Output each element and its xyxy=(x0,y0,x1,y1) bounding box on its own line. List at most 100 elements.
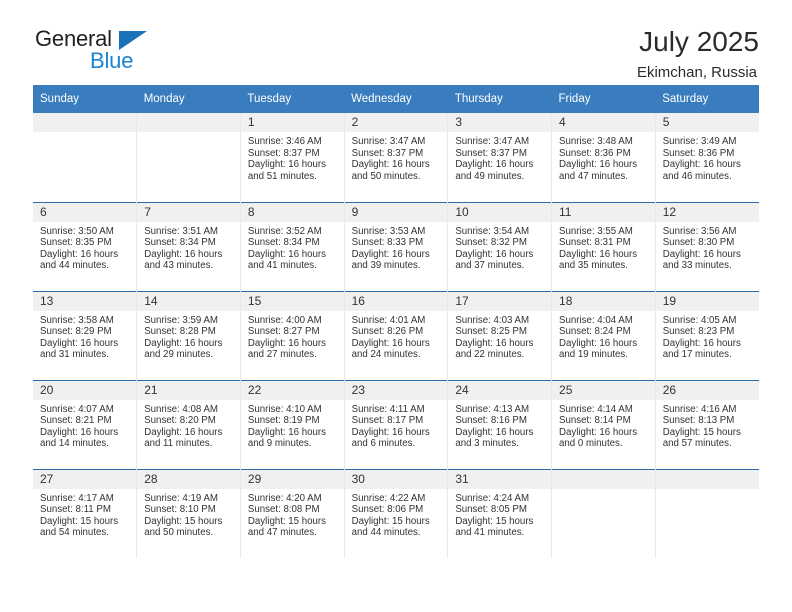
day-cell[interactable]: 29 Sunrise: 4:20 AM Sunset: 8:08 PM Dayl… xyxy=(239,468,345,558)
day-details: Sunrise: 3:48 AM Sunset: 8:36 PM Dayligh… xyxy=(552,132,655,182)
day-number xyxy=(137,113,240,132)
daylight-text-line2: and 49 minutes. xyxy=(455,170,525,182)
sunrise-text: Sunrise: 4:07 AM xyxy=(40,403,114,415)
day-details: Sunrise: 3:53 AM Sunset: 8:33 PM Dayligh… xyxy=(345,222,448,272)
day-cell[interactable]: 11 Sunrise: 3:55 AM Sunset: 8:31 PM Dayl… xyxy=(551,201,656,291)
day-number: 16 xyxy=(344,291,448,311)
day-details: Sunrise: 3:54 AM Sunset: 8:32 PM Dayligh… xyxy=(448,222,551,272)
day-number xyxy=(655,469,759,489)
sunset-text: Sunset: 8:26 PM xyxy=(351,326,424,338)
weekday-header-thursday: Thursday xyxy=(447,85,552,113)
sunset-text: Sunset: 8:19 PM xyxy=(247,415,320,427)
day-cell[interactable]: 15 Sunrise: 4:00 AM Sunset: 8:27 PM Dayl… xyxy=(239,290,345,380)
page-header: General Blue July 2025 Ekimchan, Russia xyxy=(33,0,759,81)
daylight-text-line1: Daylight: 16 hours xyxy=(455,337,534,349)
day-cell[interactable]: 18 Sunrise: 4:04 AM Sunset: 8:24 PM Dayl… xyxy=(551,290,656,380)
day-cell[interactable]: 19 Sunrise: 4:05 AM Sunset: 8:23 PM Dayl… xyxy=(654,290,759,380)
daylight-text-line2: and 54 minutes. xyxy=(40,527,109,539)
day-cell[interactable] xyxy=(551,468,656,558)
weekday-header-sunday: Sunday xyxy=(33,85,137,113)
day-cell[interactable]: 12 Sunrise: 3:56 AM Sunset: 8:30 PM Dayl… xyxy=(654,201,759,291)
day-cell[interactable]: 20 Sunrise: 4:07 AM Sunset: 8:21 PM Dayl… xyxy=(33,379,137,469)
sunrise-text: Sunrise: 4:08 AM xyxy=(144,403,218,415)
title-block: July 2025 Ekimchan, Russia xyxy=(637,26,759,82)
daylight-text-line2: and 0 minutes. xyxy=(559,438,623,450)
day-details: Sunrise: 4:20 AM Sunset: 8:08 PM Dayligh… xyxy=(241,489,344,539)
day-cell[interactable] xyxy=(136,113,241,202)
sunset-text: Sunset: 8:37 PM xyxy=(247,147,320,159)
daylight-text-line1: Daylight: 16 hours xyxy=(144,337,223,349)
daylight-text-line2: and 43 minutes. xyxy=(144,260,214,272)
calendar-week-row: 13 Sunrise: 3:58 AM Sunset: 8:29 PM Dayl… xyxy=(33,290,759,380)
day-details: Sunrise: 4:10 AM Sunset: 8:19 PM Dayligh… xyxy=(241,400,344,450)
day-number: 2 xyxy=(344,113,448,132)
calendar-week-row: 1 Sunrise: 3:46 AM Sunset: 8:37 PM Dayli… xyxy=(33,113,759,202)
day-cell[interactable]: 10 Sunrise: 3:54 AM Sunset: 8:32 PM Dayl… xyxy=(447,201,552,291)
weekday-header-monday: Monday xyxy=(136,85,241,113)
day-number: 6 xyxy=(33,202,137,222)
daylight-text-line2: and 37 minutes. xyxy=(455,260,525,272)
day-cell[interactable]: 24 Sunrise: 4:13 AM Sunset: 8:16 PM Dayl… xyxy=(447,379,552,469)
weekday-header-wednesday: Wednesday xyxy=(344,85,448,113)
sunset-text: Sunset: 8:21 PM xyxy=(40,415,112,427)
day-number: 29 xyxy=(240,469,344,489)
day-cell[interactable]: 21 Sunrise: 4:08 AM Sunset: 8:20 PM Dayl… xyxy=(136,379,241,469)
day-cell[interactable] xyxy=(33,113,137,202)
day-number: 13 xyxy=(33,291,137,311)
sunset-text: Sunset: 8:36 PM xyxy=(662,147,735,159)
day-cell[interactable]: 22 Sunrise: 4:10 AM Sunset: 8:19 PM Dayl… xyxy=(239,379,345,469)
daylight-text-line1: Daylight: 15 hours xyxy=(455,515,534,527)
day-number: 4 xyxy=(552,113,655,132)
day-cell[interactable]: 27 Sunrise: 4:17 AM Sunset: 8:11 PM Dayl… xyxy=(33,468,137,558)
day-cell[interactable]: 31 Sunrise: 4:24 AM Sunset: 8:05 PM Dayl… xyxy=(447,468,552,558)
day-details: Sunrise: 4:24 AM Sunset: 8:05 PM Dayligh… xyxy=(448,489,551,539)
day-number: 8 xyxy=(240,202,344,222)
day-cell[interactable]: 1 Sunrise: 3:46 AM Sunset: 8:37 PM Dayli… xyxy=(239,113,345,202)
day-cell[interactable]: 4 Sunrise: 3:48 AM Sunset: 8:36 PM Dayli… xyxy=(551,113,656,202)
daylight-text-line2: and 44 minutes. xyxy=(351,527,421,539)
day-cell[interactable]: 13 Sunrise: 3:58 AM Sunset: 8:29 PM Dayl… xyxy=(33,290,137,380)
day-cell[interactable]: 26 Sunrise: 4:16 AM Sunset: 8:13 PM Dayl… xyxy=(654,379,759,469)
day-cell[interactable]: 2 Sunrise: 3:47 AM Sunset: 8:37 PM Dayli… xyxy=(343,113,448,202)
daylight-text-line1: Daylight: 16 hours xyxy=(455,159,534,171)
day-cell[interactable]: 3 Sunrise: 3:47 AM Sunset: 8:37 PM Dayli… xyxy=(447,113,552,202)
day-cell[interactable]: 30 Sunrise: 4:22 AM Sunset: 8:06 PM Dayl… xyxy=(343,468,448,558)
day-cell[interactable]: 6 Sunrise: 3:50 AM Sunset: 8:35 PM Dayli… xyxy=(33,201,137,291)
day-details: Sunrise: 4:22 AM Sunset: 8:06 PM Dayligh… xyxy=(345,489,448,539)
calendar-week-row: 20 Sunrise: 4:07 AM Sunset: 8:21 PM Dayl… xyxy=(33,379,759,469)
daylight-text-line1: Daylight: 16 hours xyxy=(351,159,430,171)
day-cell[interactable]: 7 Sunrise: 3:51 AM Sunset: 8:34 PM Dayli… xyxy=(136,201,241,291)
sunrise-text: Sunrise: 4:14 AM xyxy=(559,403,633,415)
daylight-text-line2: and 11 minutes. xyxy=(144,438,213,450)
day-cell[interactable]: 23 Sunrise: 4:11 AM Sunset: 8:17 PM Dayl… xyxy=(343,379,448,469)
calendar-table: Sunday Monday Tuesday Wednesday Thursday… xyxy=(33,85,759,558)
sunrise-text: Sunrise: 4:16 AM xyxy=(662,403,737,415)
day-details: Sunrise: 4:04 AM Sunset: 8:24 PM Dayligh… xyxy=(552,311,655,361)
day-cell[interactable] xyxy=(654,468,759,558)
day-cell[interactable]: 5 Sunrise: 3:49 AM Sunset: 8:36 PM Dayli… xyxy=(654,113,759,202)
day-number xyxy=(552,469,655,489)
daylight-text-line1: Daylight: 16 hours xyxy=(351,426,430,438)
sunrise-text: Sunrise: 4:05 AM xyxy=(662,314,737,326)
day-details xyxy=(33,132,136,136)
daylight-text-line2: and 41 minutes. xyxy=(247,260,317,272)
day-cell[interactable]: 17 Sunrise: 4:03 AM Sunset: 8:25 PM Dayl… xyxy=(447,290,552,380)
daylight-text-line2: and 31 minutes. xyxy=(40,349,109,361)
day-details: Sunrise: 3:47 AM Sunset: 8:37 PM Dayligh… xyxy=(448,132,551,182)
page-title: July 2025 xyxy=(639,26,759,57)
sunset-text: Sunset: 8:37 PM xyxy=(351,147,424,159)
sunrise-text: Sunrise: 3:54 AM xyxy=(455,225,530,237)
day-cell[interactable]: 16 Sunrise: 4:01 AM Sunset: 8:26 PM Dayl… xyxy=(343,290,448,380)
daylight-text-line1: Daylight: 15 hours xyxy=(662,426,741,438)
sunset-text: Sunset: 8:14 PM xyxy=(559,415,631,427)
day-cell[interactable]: 8 Sunrise: 3:52 AM Sunset: 8:34 PM Dayli… xyxy=(239,201,345,291)
sunset-text: Sunset: 8:32 PM xyxy=(455,237,527,249)
day-cell[interactable]: 25 Sunrise: 4:14 AM Sunset: 8:14 PM Dayl… xyxy=(551,379,656,469)
day-cell[interactable]: 28 Sunrise: 4:19 AM Sunset: 8:10 PM Dayl… xyxy=(136,468,241,558)
generalblue-logo[interactable]: General Blue xyxy=(33,26,173,76)
daylight-text-line1: Daylight: 16 hours xyxy=(662,159,741,171)
day-cell[interactable]: 9 Sunrise: 3:53 AM Sunset: 8:33 PM Dayli… xyxy=(343,201,448,291)
day-cell[interactable]: 14 Sunrise: 3:59 AM Sunset: 8:28 PM Dayl… xyxy=(136,290,241,380)
daylight-text-line2: and 29 minutes. xyxy=(144,349,214,361)
sunset-text: Sunset: 8:36 PM xyxy=(559,147,631,159)
